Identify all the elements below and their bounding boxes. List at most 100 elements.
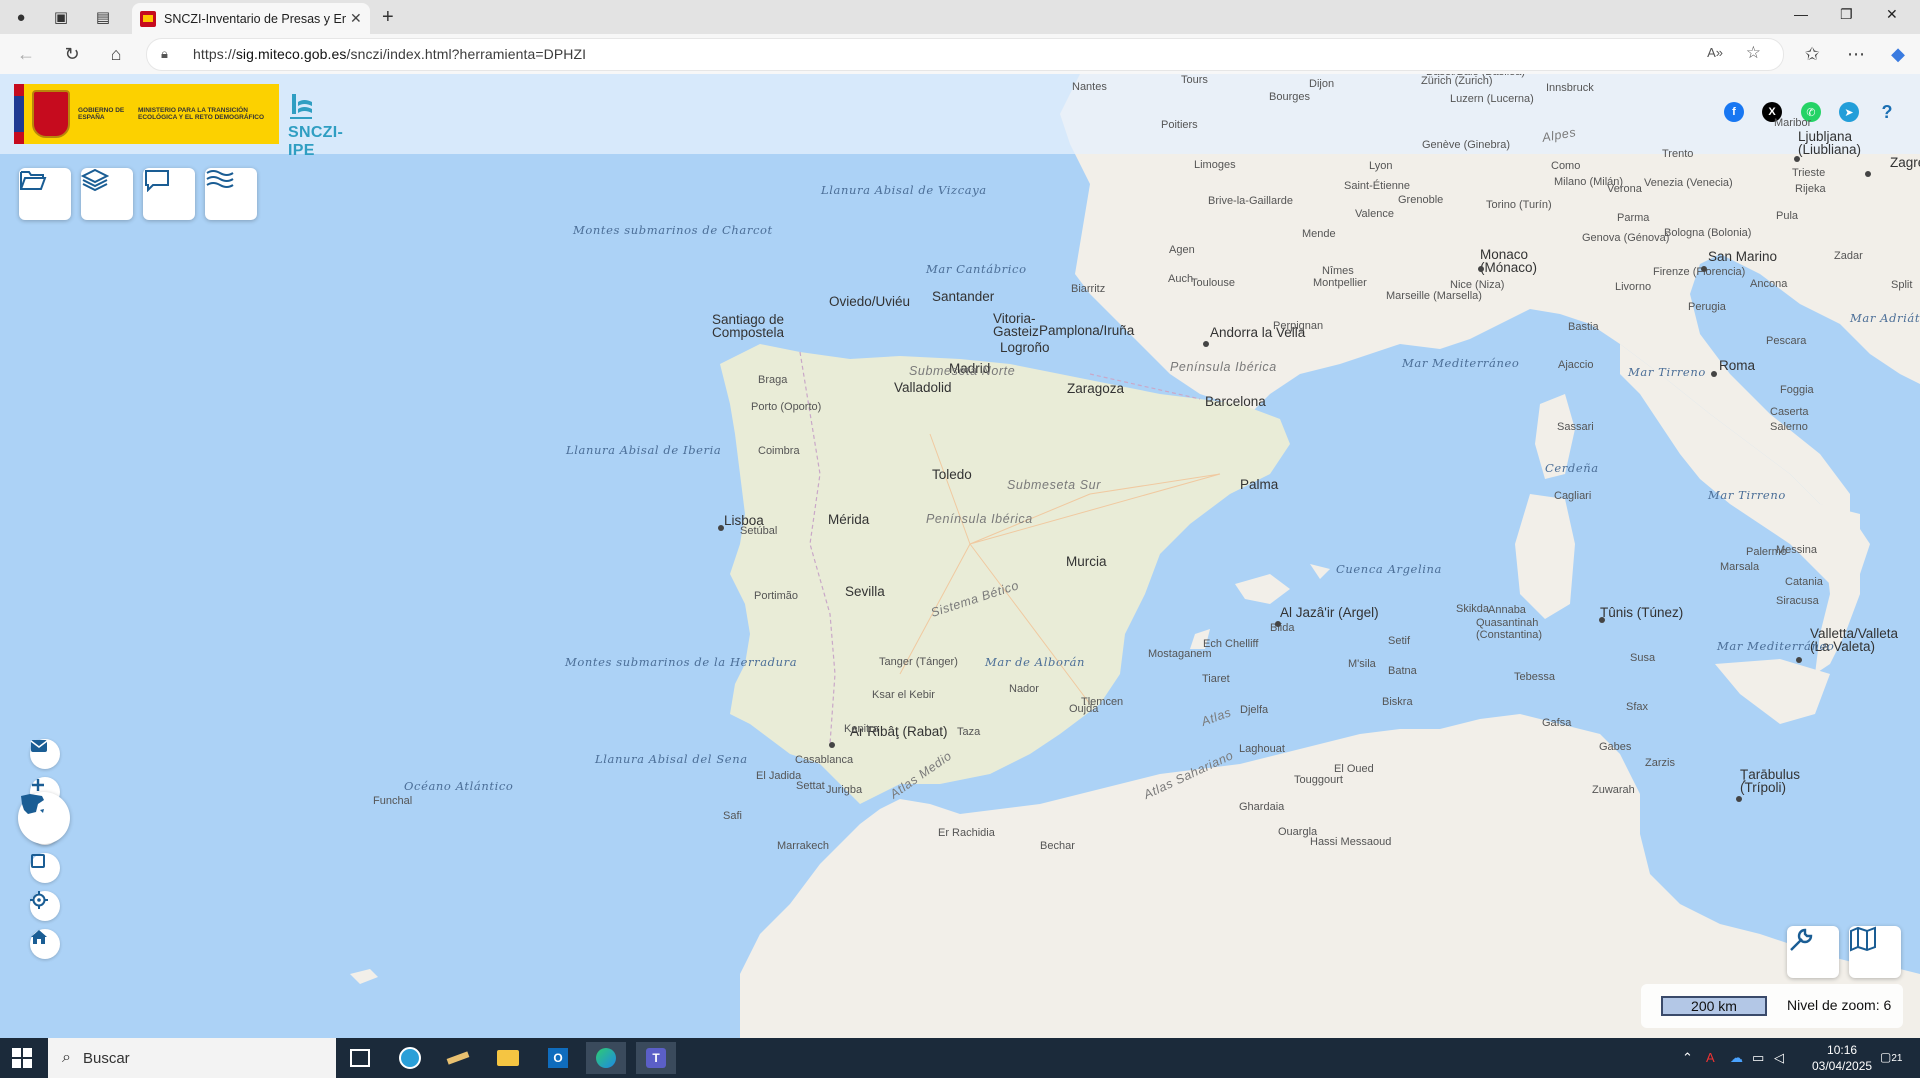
- acrobat-tray-icon[interactable]: A: [1706, 1050, 1715, 1065]
- contact-button[interactable]: [30, 739, 60, 769]
- volume-icon[interactable]: ◁: [1774, 1050, 1784, 1066]
- sea-label: Llanura Abisal de Iberia: [566, 443, 722, 457]
- network-icon[interactable]: ▭: [1752, 1050, 1764, 1066]
- town-label: Brive-la-Gaillarde: [1208, 195, 1293, 207]
- copilot-icon[interactable]: ◆: [1886, 42, 1910, 66]
- map-view[interactable]: GOBIERNO DE ESPAÑA MINISTERIO PARA LA TR…: [0, 74, 1920, 1038]
- new-tab-icon[interactable]: +: [382, 6, 394, 29]
- sea-label: Mar Mediterráneo: [1402, 356, 1520, 370]
- comment-button[interactable]: [143, 168, 195, 220]
- clock[interactable]: 10:16 03/04/2025: [1812, 1042, 1872, 1074]
- open-folder-button[interactable]: [19, 168, 71, 220]
- government-logo: GOBIERNO DE ESPAÑA MINISTERIO PARA LA TR…: [14, 84, 279, 144]
- town-label: Ajaccio: [1558, 359, 1594, 371]
- city-label: Palma: [1240, 477, 1279, 492]
- town-label: Nantes: [1072, 81, 1107, 93]
- town-label: Caserta: [1770, 406, 1809, 418]
- layers-button[interactable]: [81, 168, 133, 220]
- help-icon[interactable]: ?: [1877, 102, 1897, 122]
- read-aloud-icon[interactable]: A»: [1707, 45, 1723, 60]
- capital-dot: [1865, 171, 1871, 177]
- town-label: Zürich (Zurich): [1421, 75, 1493, 87]
- onedrive-icon[interactable]: ☁: [1730, 1050, 1743, 1066]
- facebook-icon[interactable]: f: [1724, 102, 1744, 122]
- teams-icon[interactable]: T: [636, 1042, 676, 1074]
- city-label: Zaragoza: [1067, 381, 1125, 396]
- locate-button[interactable]: [30, 891, 60, 921]
- reload-icon[interactable]: ↻: [60, 42, 84, 66]
- town-label: Zuwarah: [1592, 784, 1635, 796]
- town-label: Venezia (Venecia): [1644, 177, 1733, 189]
- home-nav-icon[interactable]: ⌂: [104, 42, 128, 66]
- more-menu-icon[interactable]: ⋯: [1844, 42, 1868, 66]
- url-field[interactable]: 🔒︎ https://sig.miteco.gob.es/snczi/index…: [146, 38, 1784, 71]
- town-label: Biskra: [1382, 696, 1413, 708]
- town-label: Biarritz: [1071, 283, 1106, 295]
- restore-icon[interactable]: ❐: [1840, 6, 1853, 23]
- scale-panel: 200 km Nivel de zoom: 6: [1641, 984, 1903, 1028]
- folder-icon: [20, 171, 47, 190]
- taskbar-search[interactable]: ⌕ Buscar: [48, 1038, 336, 1078]
- full-extent-button[interactable]: [30, 853, 60, 883]
- file-explorer-icon[interactable]: [488, 1042, 528, 1074]
- town-label: Perugia: [1688, 301, 1726, 313]
- capital-dot: [718, 525, 724, 531]
- layers-icon: [81, 168, 109, 192]
- active-tab[interactable]: SNCZI-Inventario de Presas y Emb ✕: [132, 3, 370, 34]
- sea-label: Mar Tirreno: [1708, 488, 1786, 502]
- capital-dot: [1736, 796, 1742, 802]
- workspaces-icon[interactable]: ▣: [50, 6, 72, 28]
- task-view-icon[interactable]: [340, 1042, 380, 1074]
- tray-chevron-icon[interactable]: ⌃: [1682, 1050, 1693, 1066]
- url-text: https://sig.miteco.gob.es/snczi/index.ht…: [193, 46, 587, 62]
- scale-bar: 200 km: [1661, 996, 1767, 1016]
- city-label: San Marino: [1708, 249, 1778, 264]
- favorites-icon[interactable]: ✩: [1800, 42, 1824, 66]
- town-label: Ancona: [1750, 278, 1788, 290]
- locate-icon: [30, 891, 48, 909]
- date-text: 03/04/2025: [1812, 1059, 1873, 1073]
- town-label: Hassi Messaoud: [1310, 836, 1392, 848]
- windows-start-icon[interactable]: [12, 1048, 32, 1068]
- capital-dot: [1701, 266, 1707, 272]
- favorite-star-icon[interactable]: ☆: [1746, 43, 1761, 63]
- vertical-tabs-icon[interactable]: ▤: [92, 6, 114, 28]
- town-label: Gafsa: [1542, 717, 1572, 729]
- city-label: Toledo: [932, 467, 972, 482]
- town-label: Rijeka: [1795, 183, 1826, 195]
- city-label: Zagreb: [1890, 155, 1920, 170]
- town-label: Torino (Turín): [1486, 199, 1552, 211]
- relief-label: Península Ibérica: [926, 512, 1033, 526]
- outlook-icon[interactable]: O: [538, 1042, 578, 1074]
- town-label: Setúbal: [740, 525, 778, 537]
- search-app-icon[interactable]: [390, 1042, 430, 1074]
- profile-icon[interactable]: ●: [10, 6, 32, 28]
- pen-app-icon[interactable]: [438, 1042, 478, 1074]
- back-icon[interactable]: ←: [14, 42, 38, 66]
- edge-icon[interactable]: [586, 1042, 626, 1074]
- town-label: Parma: [1617, 212, 1650, 224]
- minimize-icon[interactable]: —: [1794, 6, 1808, 22]
- city-label: Pamplona/Iruña: [1039, 323, 1135, 338]
- basemap-button[interactable]: [1849, 926, 1901, 978]
- spain-map-icon: [21, 794, 44, 814]
- water-button[interactable]: [205, 168, 257, 220]
- town-label: Zadar: [1834, 250, 1863, 262]
- sea-label: Mar Tirreno: [1628, 365, 1706, 379]
- town-label: Lyon: [1369, 160, 1393, 172]
- telegram-icon[interactable]: ➤: [1839, 102, 1859, 122]
- relief-label: Submeseta Sur: [1007, 478, 1101, 492]
- town-label: Susa: [1630, 652, 1656, 664]
- tools-button[interactable]: [1787, 926, 1839, 978]
- lock-icon[interactable]: 🔒︎: [161, 46, 168, 62]
- window-close-icon[interactable]: ✕: [1886, 6, 1898, 23]
- notifications-icon[interactable]: ▢21: [1880, 1050, 1902, 1064]
- tab-close-icon[interactable]: ✕: [350, 10, 362, 27]
- town-label: Tours: [1181, 74, 1208, 86]
- town-label: Bologna (Bolonia): [1664, 227, 1752, 239]
- region-selector-button[interactable]: [18, 792, 70, 844]
- capital-dot: [1275, 621, 1281, 627]
- wrench-icon: [1790, 928, 1813, 951]
- town-label: Toulouse: [1191, 277, 1236, 289]
- home-view-button[interactable]: [30, 929, 60, 959]
